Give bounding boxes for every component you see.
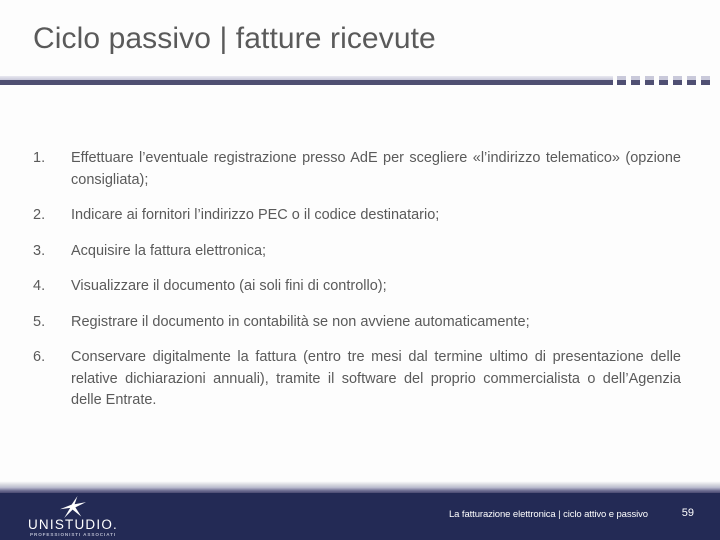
footer-title: La fatturazione elettronica | ciclo atti…: [449, 509, 648, 520]
list-item-text: Indicare ai fornitori l’indirizzo PEC o …: [71, 207, 440, 223]
title-divider-dashes: [617, 76, 720, 88]
page-title: Ciclo passivo | fatture ricevute: [33, 22, 436, 55]
divider-dash: [617, 76, 626, 85]
list-item-text: Registrare il documento in contabilità s…: [71, 313, 530, 330]
list-item-text: Conservare digitalmente la fattura (entr…: [71, 349, 681, 408]
divider-dash: [701, 76, 710, 85]
divider-dash: [659, 76, 668, 85]
logo: UNISTUDIO. PROFESSIONISTI ASSOCIATI: [18, 496, 128, 540]
divider-dash: [687, 76, 696, 85]
divider-dash: [645, 76, 654, 85]
list-item-number: 5.: [33, 313, 46, 330]
four-point-star-icon: [60, 496, 86, 518]
logo-subtitle: PROFESSIONISTI ASSOCIATI: [30, 532, 116, 537]
logo-name: UNISTUDIO.: [27, 517, 118, 532]
slide: Ciclo passivo | fatture ricevute 1. Effe…: [0, 0, 720, 540]
list-item-number: 1.: [33, 150, 46, 166]
list-item: 5. Registrare il documento in contabilit…: [33, 312, 681, 334]
list-item-number: 2.: [33, 207, 46, 223]
list-item: 2. Indicare ai fornitori l’indirizzo PEC…: [33, 205, 681, 227]
page-number: 59: [681, 507, 694, 519]
list-item-number: 4.: [33, 278, 46, 294]
list-item: 1. Effettuare l’eventuale registrazione …: [33, 148, 681, 191]
list-item: 6. Conservare digitalmente la fattura (e…: [33, 347, 681, 412]
numbered-list: 1. Effettuare l’eventuale registrazione …: [33, 148, 681, 426]
list-item-text: Effettuare l’eventuale registrazione pre…: [71, 150, 681, 188]
footer-gradient-strip: [0, 481, 720, 493]
list-item-text: Acquisire la fattura elettronica;: [71, 242, 267, 259]
list-item-number: 3.: [33, 242, 46, 259]
list-item: 4. Visualizzare il documento (ai soli fi…: [33, 276, 681, 298]
title-divider-base: [0, 80, 613, 85]
list-item-text: Visualizzare il documento (ai soli fini …: [71, 278, 387, 294]
title-divider: [0, 76, 613, 88]
divider-dash: [673, 76, 682, 85]
list-item-number: 6.: [33, 349, 46, 365]
divider-dash: [631, 76, 640, 85]
list-item: 3. Acquisire la fattura elettronica;: [33, 241, 681, 263]
